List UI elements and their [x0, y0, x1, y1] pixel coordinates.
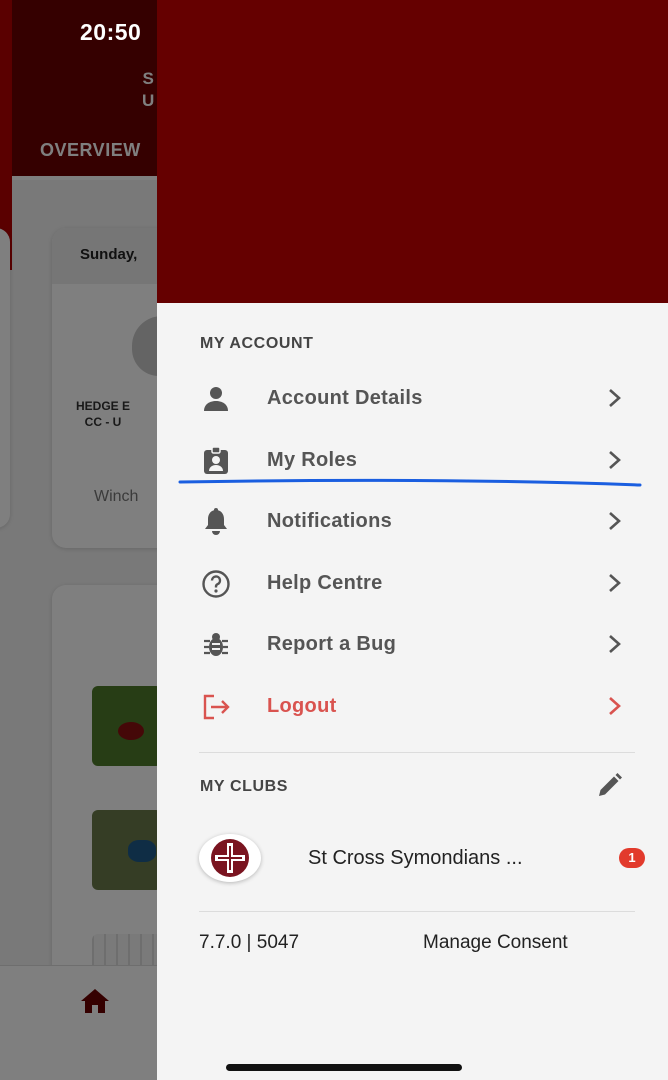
club-item[interactable]: St Cross Symondians ... 1	[157, 828, 668, 888]
status-time: 20:50	[80, 19, 142, 45]
logout-icon	[201, 692, 231, 722]
menu-item-report-bug[interactable]: Report a Bug	[157, 617, 668, 673]
menu-item-help-centre[interactable]: Help Centre	[157, 556, 668, 612]
divider	[199, 752, 635, 753]
my-account-heading: MY ACCOUNT	[200, 335, 314, 352]
annotation-underline	[178, 476, 642, 490]
club-name: St Cross Symondians ...	[308, 847, 523, 869]
menu-item-logout[interactable]: Logout	[157, 679, 668, 735]
chevron-right-icon	[607, 510, 623, 532]
menu-label: Notifications	[267, 510, 393, 532]
chevron-right-icon	[607, 449, 623, 471]
menu-label: My Roles	[267, 449, 358, 471]
home-indicator[interactable]	[226, 1064, 462, 1071]
my-clubs-heading: MY CLUBS	[200, 778, 289, 795]
menu-item-notifications[interactable]: Notifications	[157, 494, 668, 550]
club-logo	[199, 834, 261, 882]
bell-icon	[201, 507, 231, 537]
manage-consent-link[interactable]: Manage Consent	[423, 932, 568, 954]
divider	[199, 911, 635, 912]
drawer-header	[157, 0, 668, 303]
menu-label: Account Details	[267, 387, 423, 409]
app-version: 7.7.0 | 5047	[199, 932, 300, 953]
chevron-right-icon	[607, 387, 623, 409]
menu-item-account-details[interactable]: Account Details	[157, 371, 668, 427]
person-icon	[201, 384, 231, 414]
chevron-right-icon	[607, 695, 623, 717]
bug-icon	[201, 630, 231, 660]
menu-label: Help Centre	[267, 572, 383, 594]
notification-badge: 1	[619, 848, 645, 868]
chevron-right-icon	[607, 633, 623, 655]
help-circle-icon	[201, 569, 231, 599]
chevron-right-icon	[607, 572, 623, 594]
menu-label: Report a Bug	[267, 633, 397, 655]
edit-pencil-icon[interactable]	[595, 772, 623, 800]
id-badge-icon	[201, 446, 231, 476]
menu-label: Logout	[267, 695, 337, 717]
navigation-drawer: MY ACCOUNT Account Details My Roles Noti…	[157, 0, 668, 1080]
